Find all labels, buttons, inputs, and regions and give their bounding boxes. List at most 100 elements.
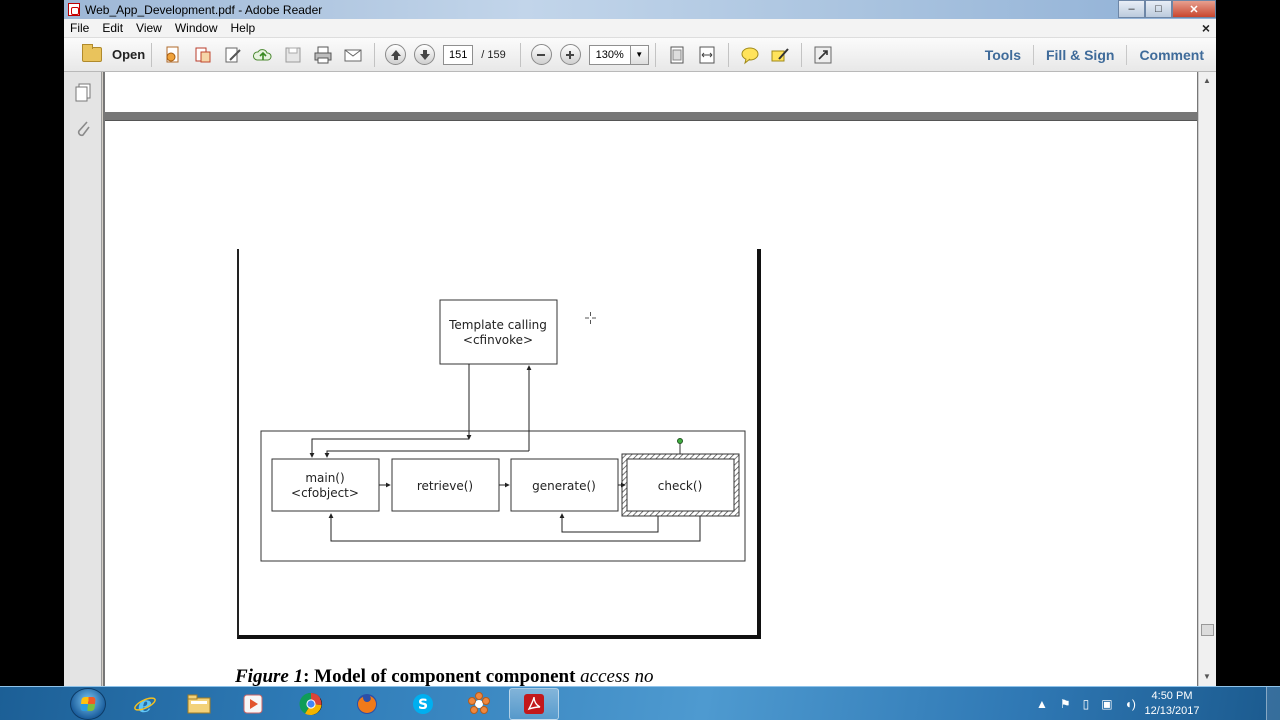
- connector-to-main-1: [309, 438, 469, 458]
- check-label: check(): [658, 479, 703, 493]
- toolbar-separator: [519, 42, 521, 67]
- rotate-handle[interactable]: [677, 438, 683, 444]
- scroll-down-icon[interactable]: ▼: [1203, 672, 1211, 681]
- document-viewport[interactable]: Template calling <cfinvoke> main() <cfob…: [103, 72, 1216, 686]
- skype-taskbar-icon[interactable]: S: [398, 688, 448, 720]
- show-hidden-icons-icon[interactable]: ▲: [1036, 697, 1048, 711]
- system-tray: ▲ ⚑ ▯ ▣ ◖): [1030, 687, 1142, 720]
- title-bar: Web_App_Development.pdf - Adobe Reader –…: [64, 0, 1216, 19]
- toolbar-separator: [800, 42, 802, 67]
- task-pane-links: Tools Fill & Sign Comment: [973, 38, 1216, 72]
- previous-page-button[interactable]: [385, 44, 407, 65]
- network-icon[interactable]: ▣: [1101, 697, 1112, 711]
- crosshair-cursor-icon: [585, 312, 596, 324]
- clock-time: 4:50 PM: [1151, 690, 1193, 702]
- window-title: Web_App_Development.pdf - Adobe Reader: [85, 2, 323, 17]
- attachments-icon[interactable]: [73, 118, 93, 140]
- caption-tail: access no: [580, 666, 654, 686]
- volume-icon[interactable]: ◖): [1125, 697, 1136, 711]
- edit-pdf-icon[interactable]: [222, 44, 244, 66]
- cfobject-label: <cfobject>: [291, 486, 359, 500]
- taskbar-clock[interactable]: 4:50 PM 12/13/2017: [1140, 689, 1204, 719]
- comment-link[interactable]: Comment: [1127, 47, 1216, 63]
- minimize-button[interactable]: –: [1118, 0, 1145, 18]
- action-center-flag-icon[interactable]: ⚑: [1060, 697, 1071, 711]
- chrome-taskbar-icon[interactable]: [286, 688, 336, 720]
- firefox-taskbar-icon[interactable]: [342, 688, 392, 720]
- windows-taskbar: e S ▲ ⚑ ▯ ▣ ◖) 4:50 PM 12/13/2017: [0, 686, 1280, 720]
- folder-icon: [82, 44, 102, 62]
- vertical-scrollbar[interactable]: ▲ ▼: [1198, 72, 1216, 686]
- export-pdf-icon[interactable]: [192, 44, 214, 66]
- caption-figure-number: Figure 1: [235, 666, 304, 686]
- sticky-note-icon[interactable]: [739, 44, 761, 66]
- connector-check-main-return: [328, 513, 701, 542]
- plus-icon: [566, 50, 575, 59]
- scroll-up-icon[interactable]: ▲: [1203, 76, 1211, 85]
- pdf-app-icon: [68, 3, 80, 16]
- navigation-pane: [64, 72, 102, 686]
- menu-view[interactable]: View: [130, 21, 169, 35]
- open-label: Open: [112, 47, 146, 62]
- cfinvoke-label: <cfinvoke>: [463, 333, 533, 347]
- window-controls: – □ ✕: [1118, 0, 1216, 18]
- zoom-level-field[interactable]: 130%: [588, 44, 631, 65]
- file-explorer-taskbar-icon[interactable]: [174, 688, 224, 720]
- menu-window[interactable]: Window: [169, 21, 225, 35]
- previous-page-area: [105, 72, 1197, 112]
- zoom-out-button[interactable]: [530, 44, 552, 65]
- fit-width-icon[interactable]: [696, 44, 718, 66]
- power-icon[interactable]: ▯: [1083, 697, 1090, 711]
- open-button[interactable]: Open: [72, 42, 145, 68]
- retrieve-label: retrieve(): [417, 479, 473, 493]
- cloud-upload-icon[interactable]: [252, 44, 274, 66]
- tools-link[interactable]: Tools: [973, 47, 1033, 63]
- create-pdf-icon[interactable]: [162, 44, 184, 66]
- toolbar-separator: [654, 42, 656, 67]
- zoom-dropdown-button[interactable]: ▼: [630, 44, 649, 65]
- show-desktop-button[interactable]: [1266, 687, 1280, 720]
- expand-icon[interactable]: [812, 44, 834, 66]
- zoom-in-button[interactable]: [559, 44, 581, 65]
- page-number-input[interactable]: 151: [443, 44, 474, 65]
- fit-page-icon[interactable]: [666, 44, 688, 66]
- minus-icon: [537, 53, 546, 56]
- close-window-button[interactable]: ✕: [1172, 0, 1216, 18]
- connector-to-main-2: [324, 450, 529, 458]
- close-document-button[interactable]: ×: [1202, 20, 1210, 36]
- menu-bar: File Edit View Window Help ×: [64, 19, 1216, 38]
- paint-app-taskbar-icon[interactable]: [454, 688, 504, 720]
- print-icon[interactable]: [312, 44, 334, 66]
- media-player-taskbar-icon[interactable]: [228, 688, 278, 720]
- connector-check-generate-return: [559, 513, 659, 533]
- email-icon[interactable]: [342, 44, 364, 66]
- arrow-down-icon: [419, 49, 430, 60]
- save-icon[interactable]: [282, 44, 304, 66]
- figure-caption: Figure 1: Model of component component a…: [235, 666, 654, 686]
- scrollbar-thumb[interactable]: [1201, 624, 1214, 636]
- toolbar-separator: [374, 42, 376, 67]
- start-button[interactable]: [70, 688, 106, 720]
- toolbar-separator: [727, 42, 729, 67]
- menu-edit[interactable]: Edit: [96, 21, 130, 35]
- svg-text:S: S: [418, 697, 428, 713]
- template-calling-box: [439, 299, 558, 365]
- maximize-button[interactable]: □: [1145, 0, 1172, 18]
- page-thumbnails-icon[interactable]: [73, 82, 93, 104]
- main-label: main(): [305, 471, 344, 485]
- svg-text:e: e: [138, 692, 152, 716]
- arrow-up-icon: [390, 49, 401, 60]
- internet-explorer-taskbar-icon[interactable]: e: [120, 688, 170, 720]
- caption-text: : Model of component component: [303, 666, 581, 686]
- generate-label: generate(): [532, 479, 596, 493]
- fill-sign-link[interactable]: Fill & Sign: [1034, 47, 1126, 63]
- page-total: / 159: [481, 48, 506, 61]
- menu-help[interactable]: Help: [225, 21, 263, 35]
- adobe-reader-window: Web_App_Development.pdf - Adobe Reader –…: [64, 0, 1216, 686]
- menu-file[interactable]: File: [64, 21, 96, 35]
- next-page-button[interactable]: [414, 44, 436, 65]
- highlight-text-icon[interactable]: [769, 44, 791, 66]
- adobe-reader-taskbar-icon[interactable]: [509, 688, 559, 720]
- main-toolbar: Open 151 / 159 130% ▼ Tools Fill & Sign …: [64, 38, 1216, 72]
- chevron-down-icon: ▼: [635, 50, 644, 59]
